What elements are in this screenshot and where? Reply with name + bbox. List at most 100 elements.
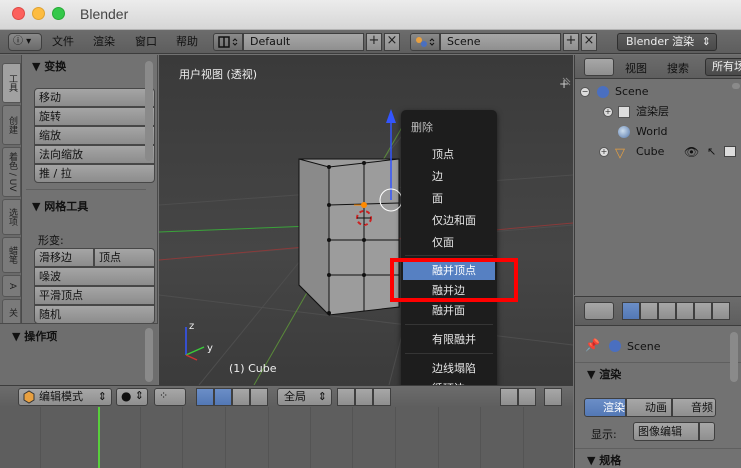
scale-manipulator-icon[interactable] <box>250 388 268 406</box>
outliner-tab-search[interactable]: 搜索 <box>667 60 689 76</box>
proportional-edit-icon[interactable] <box>500 388 518 406</box>
menu-item-edges[interactable]: 边 <box>403 167 495 186</box>
tool-shelf: ▼ 变换 移动 旋转 缩放 法向缩放 推 / 拉 ▼ 网格工具 形变: 滑移边 … <box>0 55 158 385</box>
transform-title: 变换 <box>44 60 67 73</box>
pin-icon[interactable]: 📌 <box>585 338 600 352</box>
menu-window[interactable]: 窗口 <box>135 33 157 51</box>
menu-item-limited-dissolve[interactable]: 有限融并 <box>403 330 495 349</box>
menu-item-edge-collapse[interactable]: 边线塌陷 <box>403 359 495 378</box>
editor-type-button[interactable]: ⓘ ▾ <box>8 33 42 51</box>
opengl-render-icon[interactable] <box>544 388 562 406</box>
world-context-icon[interactable] <box>676 302 694 320</box>
vertex-slide-button[interactable]: 顶点 <box>94 248 155 267</box>
vertex-select-icon[interactable] <box>337 388 355 406</box>
outliner-display-mode[interactable]: 所有场 <box>705 58 741 76</box>
menu-file[interactable]: 文件 <box>52 33 74 51</box>
outliner-row-render-layers[interactable]: + 渲染层 <box>575 102 741 122</box>
cursor-icon[interactable]: ↖ <box>707 142 716 162</box>
tab-create[interactable]: 创建 <box>2 105 21 145</box>
outliner-scrollbar[interactable] <box>732 83 740 89</box>
tab-relations[interactable]: 关 <box>2 299 21 325</box>
slide-edge-button[interactable]: 滑移边 <box>34 248 94 267</box>
properties-editor-type-icon[interactable] <box>584 302 614 320</box>
tab-grease-pencil[interactable]: 蜡笔 <box>2 237 21 273</box>
manipulator-toggle-icon[interactable] <box>196 388 214 406</box>
menu-item-edges-faces[interactable]: 仅边和面 <box>403 211 495 230</box>
close-window-button[interactable] <box>12 7 25 20</box>
timeline[interactable] <box>0 407 573 468</box>
face-select-icon[interactable] <box>373 388 391 406</box>
menu-item-faces[interactable]: 面 <box>403 189 495 208</box>
transform-orientation-select[interactable]: 全局 ⇕ <box>277 388 332 406</box>
camera-icon[interactable] <box>724 146 736 157</box>
expand-icon[interactable]: + <box>603 107 613 117</box>
shelf-scrollbar[interactable] <box>145 61 153 161</box>
render-animation-button[interactable]: 动画 <box>626 398 672 417</box>
translate-manipulator-icon[interactable] <box>214 388 232 406</box>
tab-shading-uv[interactable]: 着色 / UV <box>2 147 21 197</box>
move-button[interactable]: 移动 <box>34 88 155 107</box>
menu-render[interactable]: 渲染 <box>93 33 115 51</box>
tab-a[interactable]: A <box>2 275 21 297</box>
snap-icon[interactable] <box>518 388 536 406</box>
display-select[interactable]: 图像编辑 <box>633 422 699 441</box>
scale-button[interactable]: 缩放 <box>34 126 155 145</box>
scene-context-icon[interactable] <box>658 302 676 320</box>
lock-interface-icon[interactable] <box>699 422 715 441</box>
collapse-icon[interactable]: − <box>580 87 590 97</box>
dimensions-panel-header[interactable]: ▼ 规格 <box>581 452 621 468</box>
remove-layout-icon[interactable]: × <box>384 33 400 51</box>
timeline-gridline <box>352 407 353 468</box>
screen-layout-icon[interactable] <box>213 33 243 51</box>
rotate-button[interactable]: 旋转 <box>34 107 155 126</box>
shading-select[interactable]: ● ⇕ <box>116 388 148 406</box>
outliner-editor-type-icon[interactable] <box>584 58 614 76</box>
eye-icon[interactable]: 👁 <box>684 142 699 162</box>
tab-options[interactable]: 选项 <box>2 199 21 235</box>
render-layers-context-icon[interactable] <box>640 302 658 320</box>
randomize-button[interactable]: 随机 <box>34 305 155 324</box>
3d-viewport[interactable]: z y 用户视图 (透视) (1) Cube + <box>159 55 573 385</box>
maximize-window-button[interactable] <box>52 7 65 20</box>
push-pull-button[interactable]: 推 / 拉 <box>34 164 155 183</box>
expand-icon[interactable]: + <box>599 147 609 157</box>
noise-button[interactable]: 噪波 <box>34 267 155 286</box>
updown-icon: ⇕ <box>701 35 711 48</box>
tab-tools[interactable]: 工具 <box>2 63 21 103</box>
edge-select-icon[interactable] <box>355 388 373 406</box>
add-layout-icon[interactable]: + <box>366 33 382 51</box>
render-image-button[interactable]: 渲染 <box>584 398 626 417</box>
scene-field[interactable]: Scene <box>440 33 561 51</box>
menu-item-only-faces[interactable]: 仅面 <box>403 233 495 252</box>
pivot-point-select[interactable]: ⁘ <box>154 388 186 406</box>
transform-panel-header[interactable]: ▼ 变换 <box>26 58 66 76</box>
mesh-tools-panel-header[interactable]: ▼ 网格工具 <box>26 198 88 216</box>
current-frame-cursor[interactable] <box>98 407 100 468</box>
mode-select[interactable]: 编辑模式 ⇕ <box>18 388 112 406</box>
render-audio-button[interactable]: 音频 <box>672 398 716 417</box>
screen-layout-field[interactable]: Default <box>243 33 364 51</box>
outliner-row-world[interactable]: World <box>575 122 741 142</box>
viewport-add-icon[interactable]: + <box>559 77 569 91</box>
minimize-window-button[interactable] <box>32 7 45 20</box>
outliner-row-cube[interactable]: + ▽ Cube 👁 ↖ <box>575 142 741 162</box>
shrink-fatten-button[interactable]: 法向缩放 <box>34 145 155 164</box>
outliner-row-scene[interactable]: − Scene <box>575 82 741 102</box>
menu-item-vertices[interactable]: 顶点 <box>403 145 495 164</box>
properties-scrollbar[interactable] <box>730 332 738 382</box>
operator-scrollbar[interactable] <box>145 328 153 382</box>
render-panel-header[interactable]: ▼ 渲染 <box>581 366 621 384</box>
modifiers-context-icon[interactable] <box>712 302 730 320</box>
outliner-tab-view[interactable]: 视图 <box>625 60 647 76</box>
object-context-icon[interactable] <box>694 302 712 320</box>
add-scene-icon[interactable]: + <box>563 33 579 51</box>
remove-scene-icon[interactable]: × <box>581 33 597 51</box>
rotate-manipulator-icon[interactable] <box>232 388 250 406</box>
smooth-vertex-button[interactable]: 平滑顶点 <box>34 286 155 305</box>
scene-selector-icon[interactable] <box>410 33 440 51</box>
render-engine-select[interactable]: Blender 渲染 ⇕ <box>617 33 717 51</box>
render-context-icon[interactable] <box>622 302 640 320</box>
menu-item-dissolve-faces[interactable]: 融并面 <box>403 301 495 320</box>
menu-help[interactable]: 帮助 <box>176 33 198 51</box>
operator-panel-header[interactable]: ▼ 操作项 <box>6 328 57 346</box>
